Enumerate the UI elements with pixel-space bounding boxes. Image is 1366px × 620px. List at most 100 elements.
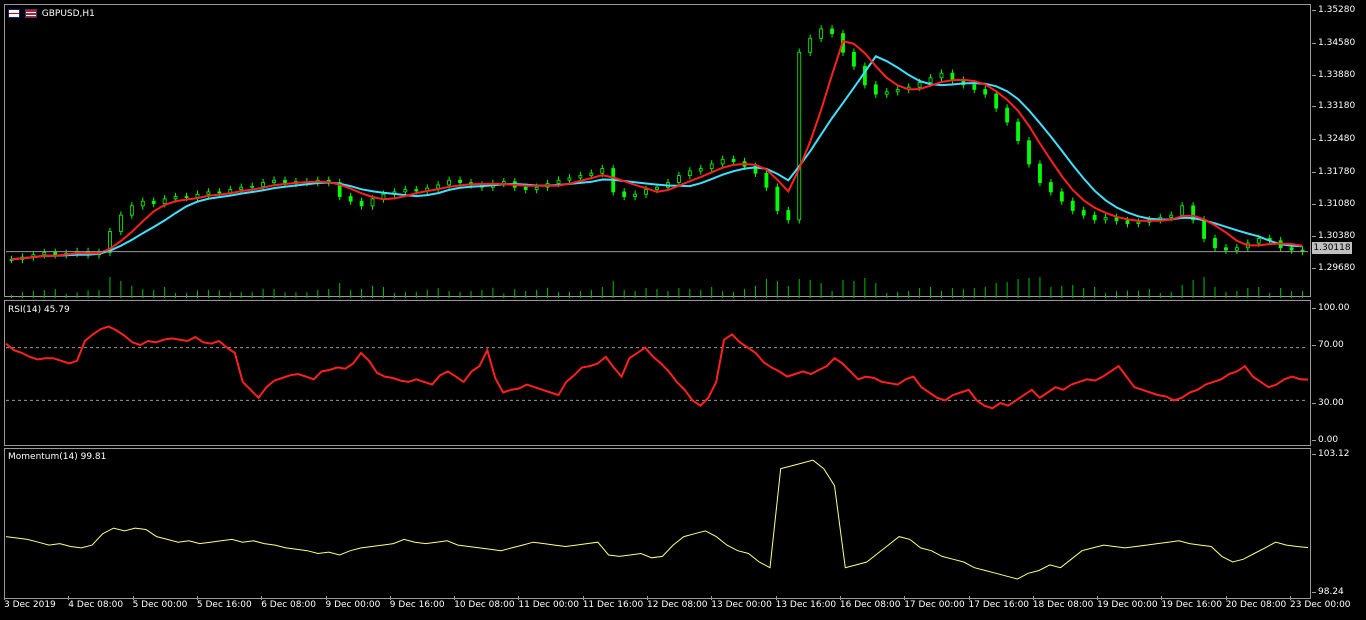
- rsi-tick: 100.00: [1312, 303, 1350, 313]
- candle-body: [797, 51, 802, 221]
- candle-body: [676, 175, 681, 183]
- symbol-label: GBPUSD,H1: [41, 9, 95, 19]
- time-tick-label: 9 Dec 00:00: [325, 596, 381, 610]
- current-price-badge: 1.30118: [1312, 242, 1352, 254]
- time-tick-label: 23 Dec 00:00: [1290, 596, 1351, 610]
- time-tick-label: 13 Dec 16:00: [775, 596, 837, 610]
- rsi-tick: 30.00: [1312, 398, 1344, 408]
- price-tick: 1.31780: [1311, 167, 1356, 177]
- candle-body: [239, 186, 244, 190]
- candle-body: [1038, 163, 1042, 183]
- candle-body: [830, 28, 834, 35]
- price-tick: 1.35280: [1311, 5, 1356, 15]
- price-tick: 1.33880: [1311, 70, 1356, 80]
- time-tick-label: 6 Dec 08:00: [261, 596, 316, 610]
- candle-body: [436, 184, 441, 189]
- time-tick-label: 11 Dec 00:00: [518, 596, 579, 610]
- candle-body: [1092, 214, 1097, 221]
- candle-body: [261, 182, 266, 187]
- candle-body: [764, 172, 769, 188]
- candle-body: [775, 186, 780, 211]
- rsi-line: [5, 325, 1309, 410]
- slow-moving-average-line: [11, 55, 1303, 261]
- candle-body: [1180, 205, 1185, 216]
- candle-body: [731, 158, 736, 163]
- candle-body: [578, 175, 583, 179]
- time-tick-label: 12 Dec 08:00: [647, 596, 708, 610]
- momentum-line: [5, 459, 1309, 580]
- candle-body: [370, 198, 375, 207]
- candle-body: [42, 252, 47, 256]
- candle-body: [698, 168, 703, 172]
- candle-body: [348, 196, 353, 202]
- momentum-tick: 103.12: [1312, 449, 1350, 459]
- momentum-label: Momentum(14) 99.81: [8, 452, 107, 462]
- time-tick-label: 3 Dec 2019: [4, 596, 56, 610]
- time-tick-label: 17 Dec 00:00: [904, 596, 965, 610]
- candle-body: [1048, 182, 1053, 193]
- candle-body: [720, 158, 725, 165]
- candle-body: [983, 89, 988, 95]
- candle-body: [359, 200, 364, 207]
- candle-body: [556, 179, 561, 184]
- price-tick: 1.30380: [1311, 231, 1356, 241]
- candle-body: [917, 82, 922, 88]
- candle-body: [852, 51, 856, 67]
- time-tick-label: 5 Dec 16:00: [196, 596, 252, 610]
- candle-body: [53, 252, 58, 256]
- time-tick-label: 13 Dec 00:00: [711, 596, 772, 610]
- candle-body: [1202, 219, 1206, 239]
- time-tick-label: 19 Dec 16:00: [1161, 596, 1222, 610]
- candle-body: [1125, 220, 1130, 224]
- time-tick-label: 9 Dec 16:00: [389, 596, 445, 610]
- price-tick: 1.33180: [1311, 101, 1356, 111]
- symbol-label-container: GBPUSD,H1: [8, 9, 95, 19]
- candle-body: [884, 91, 889, 95]
- price-tick: 1.32480: [1311, 134, 1356, 144]
- candle-body: [633, 193, 638, 197]
- candle-body: [1136, 221, 1141, 224]
- candle-body: [972, 84, 977, 90]
- rsi-label: RSI(14) 45.79: [8, 305, 70, 315]
- price-axis[interactable]: 1.35280 1.34580 1.33880 1.33180 1.32480 …: [1311, 0, 1366, 620]
- candle-body: [1169, 214, 1174, 218]
- time-axis[interactable]: 3 Dec 2019 4 Dec 08:00 5 Dec 00:00 5 Dec 16…: [0, 596, 1351, 620]
- momentum-tick: 98.24: [1312, 587, 1344, 597]
- rsi-tick: 70.00: [1312, 340, 1344, 350]
- candle-body: [950, 72, 955, 81]
- candle-body: [1289, 247, 1294, 251]
- time-tick-label: 20 Dec 08:00: [1225, 596, 1287, 610]
- candle-body: [939, 72, 944, 79]
- chart-canvas[interactable]: [0, 0, 1312, 600]
- time-tick-label: 11 Dec 16:00: [582, 596, 644, 610]
- candle-body: [403, 189, 408, 193]
- price-tick: 1.31080: [1311, 199, 1356, 209]
- time-tick-label: 4 Dec 08:00: [68, 596, 124, 610]
- candle-body: [129, 205, 134, 216]
- candle-body: [184, 196, 189, 198]
- rsi-tick: 0.00: [1311, 435, 1339, 445]
- candle-body: [1081, 210, 1086, 216]
- candle-body: [687, 170, 692, 176]
- candle-body: [151, 200, 156, 204]
- time-tick-label: 10 Dec 08:00: [454, 596, 515, 610]
- candle-body: [162, 198, 167, 204]
- candle-body: [1059, 191, 1064, 202]
- candle-body: [250, 185, 255, 188]
- candle-body: [1256, 238, 1261, 244]
- candle-body: [819, 28, 824, 39]
- candle-body: [895, 89, 900, 93]
- price-tick: 1.29680: [1311, 263, 1356, 273]
- candle-body: [1005, 107, 1010, 123]
- candle-body: [447, 179, 452, 186]
- candle-body: [1027, 140, 1031, 165]
- candle-body: [928, 77, 933, 83]
- candle-body: [217, 191, 222, 194]
- candle-body: [534, 186, 539, 190]
- candle-body: [644, 189, 648, 195]
- candle-body: [600, 168, 605, 174]
- fast-moving-average-line: [11, 39, 1303, 261]
- us-flag-icon: [24, 9, 37, 18]
- candle-body: [808, 37, 813, 53]
- candle-body: [1016, 121, 1020, 142]
